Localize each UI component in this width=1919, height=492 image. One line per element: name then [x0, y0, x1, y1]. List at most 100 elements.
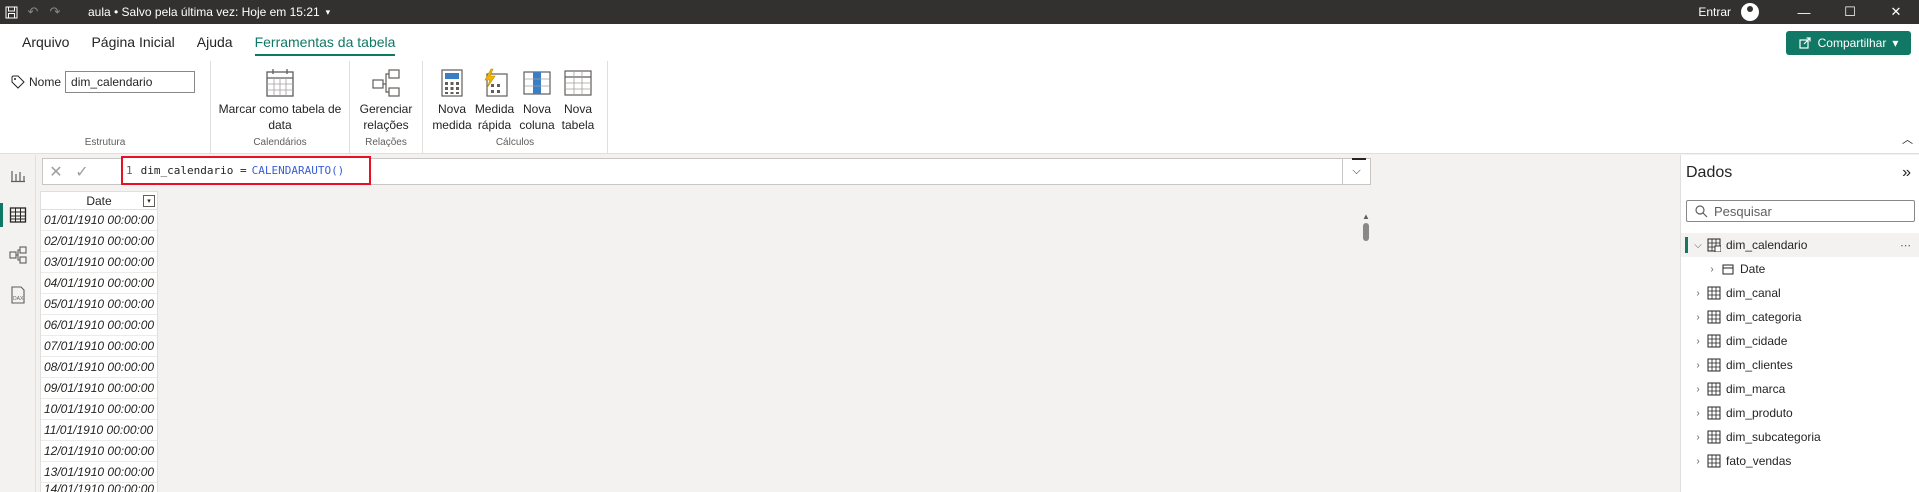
new-measure-label: Nova medida — [432, 102, 472, 132]
search-input[interactable]: Pesquisar — [1686, 200, 1915, 222]
calendar-field-icon — [1719, 263, 1737, 275]
group-label-calendarios: Calendários — [253, 137, 307, 148]
table-icon — [1705, 334, 1723, 348]
table-item-dim-cidade[interactable]: › dim_cidade — [1681, 329, 1919, 353]
cancel-formula-button[interactable]: ✕ — [43, 159, 69, 184]
table-row[interactable]: 06/01/1910 00:00:00 — [41, 315, 157, 336]
table-label: dim_categoria — [1726, 310, 1802, 324]
table-label: dim_marca — [1726, 382, 1786, 396]
undo-icon[interactable]: ↶ — [22, 0, 44, 24]
quick-measure-icon — [479, 67, 511, 99]
formula-bar: ✕ ✓ 1 dim_calendario = CALENDARAUTO() ⌵ — [42, 156, 1371, 185]
chevron-right-icon[interactable]: › — [1691, 312, 1705, 323]
chevron-right-icon[interactable]: › — [1705, 264, 1719, 275]
table-icon — [1705, 358, 1723, 372]
redo-icon[interactable]: ↷ — [44, 0, 66, 24]
sign-in-link[interactable]: Entrar — [1698, 5, 1731, 19]
save-icon[interactable] — [0, 0, 22, 24]
report-view-button[interactable] — [0, 155, 36, 195]
field-item-date[interactable]: › Date — [1681, 257, 1919, 281]
table-item-dim-subcategoria[interactable]: › dim_subcategoria — [1681, 425, 1919, 449]
table-row[interactable]: 04/01/1910 00:00:00 — [41, 273, 157, 294]
table-row[interactable]: 02/01/1910 00:00:00 — [41, 231, 157, 252]
calendar-icon — [264, 67, 296, 99]
chevron-right-icon[interactable]: › — [1691, 456, 1705, 467]
group-calculos: Nova medida Medida rápida Nova coluna No… — [423, 61, 608, 153]
new-column-button[interactable]: Nova coluna — [517, 65, 558, 135]
new-table-label: Nova tabela — [561, 102, 595, 132]
chevron-right-icon[interactable]: › — [1691, 360, 1705, 371]
maximize-button[interactable]: ☐ — [1827, 0, 1873, 24]
minimize-button[interactable]: — — [1781, 0, 1827, 24]
table-name-input[interactable] — [65, 71, 196, 93]
table-icon — [1705, 310, 1723, 324]
group-calendarios: Marcar como tabela de data Calendários — [211, 61, 350, 153]
tab-ajuda[interactable]: Ajuda — [186, 24, 244, 60]
table-row[interactable]: 07/01/1910 00:00:00 — [41, 336, 157, 357]
more-options-icon[interactable]: ⋯ — [1900, 239, 1912, 252]
quick-measure-button[interactable]: Medida rápida — [473, 65, 517, 135]
table-item-dim-canal[interactable]: › dim_canal — [1681, 281, 1919, 305]
chevron-right-icon[interactable]: › — [1691, 336, 1705, 347]
column-header-date[interactable]: Date ▾ — [41, 192, 157, 210]
filter-dropdown-icon[interactable]: ▾ — [143, 195, 155, 207]
manage-relationships-button[interactable]: Gerenciar relações — [352, 65, 420, 135]
table-row[interactable]: 14/01/1910 00:00:00 — [41, 483, 157, 492]
avatar[interactable] — [1741, 3, 1759, 21]
table-row[interactable]: 01/01/1910 00:00:00 — [41, 210, 157, 231]
report-view-icon — [11, 171, 25, 183]
collapse-pane-icon[interactable]: » — [1902, 164, 1911, 182]
tab-arquivo[interactable]: Arquivo — [11, 24, 80, 60]
table-row[interactable]: 05/01/1910 00:00:00 — [41, 294, 157, 315]
formula-editor[interactable]: 1 dim_calendario = CALENDARAUTO() — [121, 156, 371, 185]
table-row[interactable]: 13/01/1910 00:00:00 — [41, 462, 157, 483]
mark-as-date-table-label: Marcar como tabela de data — [218, 102, 342, 132]
scrollbar-thumb[interactable] — [1363, 223, 1369, 241]
table-row[interactable]: 09/01/1910 00:00:00 — [41, 378, 157, 399]
table-item-dim-calendario[interactable]: ⌵ dim_calendario ⋯ — [1681, 233, 1919, 257]
chevron-right-icon[interactable]: › — [1691, 432, 1705, 443]
collapse-ribbon-icon[interactable]: ︿ — [1902, 131, 1913, 147]
chevron-right-icon[interactable]: › — [1691, 408, 1705, 419]
model-view-button[interactable] — [0, 235, 36, 275]
chevron-down-icon: ⌵ — [1352, 165, 1361, 177]
model-view-icon — [9, 246, 27, 264]
table-item-dim-marca[interactable]: › dim_marca — [1681, 377, 1919, 401]
tab-pagina-inicial[interactable]: Página Inicial — [80, 24, 185, 60]
table-view-button[interactable] — [0, 195, 36, 235]
share-button[interactable]: Compartilhar ▾ — [1786, 31, 1911, 55]
ribbon: Arquivo Página Inicial Ajuda Ferramentas… — [0, 24, 1919, 154]
table-row[interactable]: 10/01/1910 00:00:00 — [41, 399, 157, 420]
chevron-down-icon[interactable]: ⌵ — [1691, 240, 1705, 251]
table-row[interactable]: 03/01/1910 00:00:00 — [41, 252, 157, 273]
new-table-button[interactable]: Nova tabela — [558, 65, 599, 135]
tab-ferramentas-da-tabela[interactable]: Ferramentas da tabela — [244, 24, 407, 60]
table-label: dim_clientes — [1726, 358, 1793, 372]
table-item-dim-categoria[interactable]: › dim_categoria — [1681, 305, 1919, 329]
relationships-icon — [370, 67, 402, 99]
table-item-dim-clientes[interactable]: › dim_clientes — [1681, 353, 1919, 377]
table-icon — [1705, 382, 1723, 396]
dash-icon — [1352, 158, 1366, 160]
chevron-down-icon[interactable]: ▾ — [326, 7, 331, 18]
close-button[interactable]: ✕ — [1873, 0, 1919, 24]
group-relacoes: Gerenciar relações Relações — [350, 61, 423, 153]
table-item-dim-produto[interactable]: › dim_produto — [1681, 401, 1919, 425]
document-title[interactable]: aula • Salvo pela última vez: Hoje em 15… — [88, 5, 320, 19]
table-item-fato-vendas[interactable]: › fato_vendas — [1681, 449, 1919, 473]
line-number: 1 — [126, 164, 133, 177]
expand-formula-button[interactable]: ⌵ — [1342, 158, 1370, 184]
scroll-up-icon[interactable]: ▲ — [1360, 212, 1372, 221]
table-row[interactable]: 12/01/1910 00:00:00 — [41, 441, 157, 462]
table-icon — [1705, 430, 1723, 444]
chevron-right-icon[interactable]: › — [1691, 288, 1705, 299]
vertical-scrollbar[interactable]: ▲ — [1360, 212, 1372, 492]
new-measure-button[interactable]: Nova medida — [432, 65, 473, 135]
search-placeholder: Pesquisar — [1714, 203, 1772, 219]
table-row[interactable]: 11/01/1910 00:00:00 — [41, 420, 157, 441]
table-row[interactable]: 08/01/1910 00:00:00 — [41, 357, 157, 378]
chevron-right-icon[interactable]: › — [1691, 384, 1705, 395]
mark-as-date-table-button[interactable]: Marcar como tabela de data — [211, 65, 349, 135]
confirm-formula-button[interactable]: ✓ — [69, 159, 95, 184]
dax-query-view-button[interactable]: DAX — [0, 275, 36, 315]
